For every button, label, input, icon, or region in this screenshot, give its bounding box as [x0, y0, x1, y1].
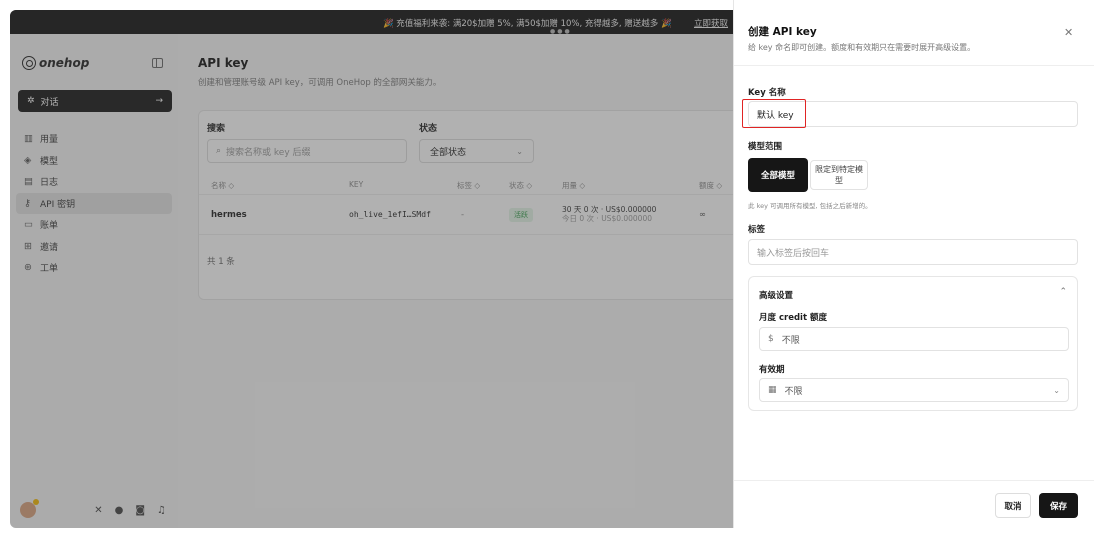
- scope-all-models-button[interactable]: 全部模型: [748, 158, 808, 192]
- expiry-select[interactable]: ▦ 不限 ⌄: [759, 378, 1069, 402]
- save-button[interactable]: 保存: [1039, 493, 1078, 518]
- drawer-title: 创建 API key: [748, 26, 817, 38]
- expiry-label: 有效期: [759, 365, 785, 375]
- model-scope-label: 模型范围: [748, 142, 783, 152]
- chevron-up-icon[interactable]: ⌃: [1059, 287, 1067, 297]
- cancel-button[interactable]: 取消: [995, 493, 1031, 518]
- scope-hint: 此 key 可调用所有模型, 包括之后新增的。: [748, 202, 872, 210]
- dollar-icon: $: [768, 334, 774, 344]
- drawer-footer-divider: [734, 480, 1094, 481]
- drawer-divider: [734, 65, 1094, 66]
- create-api-key-drawer: 创建 API key 给 key 命名即可创建。额度和有效期只在需要时展开高级设…: [733, 0, 1094, 528]
- advanced-settings-toggle[interactable]: 高级设置: [759, 289, 793, 301]
- credit-limit-input[interactable]: $ 不限: [759, 327, 1069, 351]
- advanced-settings-panel: 高级设置 ⌃ 月度 credit 额度 $ 不限 有效期 ▦ 不限 ⌄: [748, 276, 1078, 411]
- chevron-down-icon: ⌄: [1053, 385, 1060, 395]
- calendar-icon: ▦: [768, 385, 777, 395]
- scope-limited-models-button[interactable]: 限定到特定模型: [810, 160, 868, 190]
- tags-label: 标签: [748, 225, 766, 235]
- tags-input[interactable]: 输入标签后按回车: [748, 239, 1078, 265]
- drawer-subtitle: 给 key 命名即可创建。额度和有效期只在需要时展开高级设置。: [748, 43, 976, 52]
- key-name-label: Key 名称: [748, 88, 786, 98]
- close-icon[interactable]: ✕: [1064, 26, 1073, 39]
- credit-limit-label: 月度 credit 额度: [759, 313, 827, 323]
- highlight-box: [742, 99, 806, 128]
